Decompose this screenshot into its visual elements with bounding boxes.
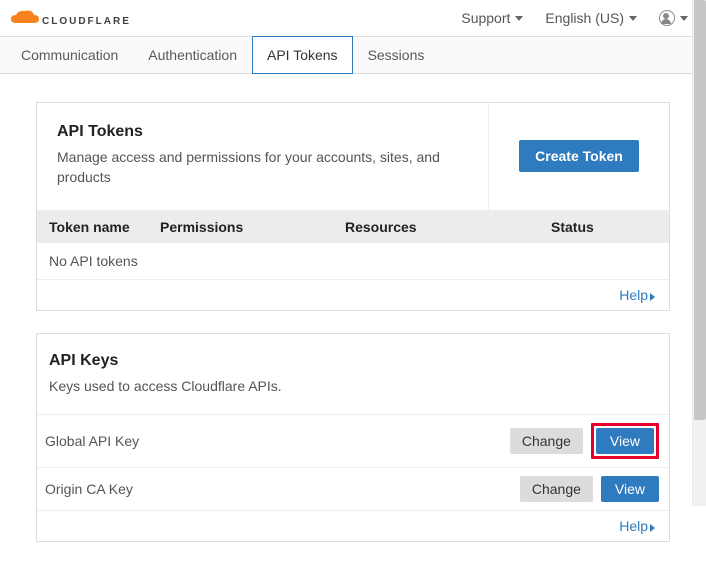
api-tokens-header: API Tokens Manage access and permissions… — [37, 103, 669, 211]
caret-down-icon — [680, 16, 688, 21]
key-actions: Change View — [510, 423, 659, 459]
col-status: Status — [551, 219, 661, 235]
key-label: Origin CA Key — [45, 481, 133, 497]
cloudflare-cloud-icon — [10, 9, 40, 27]
api-keys-card: API Keys Keys used to access Cloudflare … — [36, 333, 670, 542]
keys-help-link[interactable]: Help — [619, 518, 655, 534]
tokens-empty-row: No API tokens — [37, 243, 669, 279]
chevron-right-icon — [650, 524, 655, 532]
api-tokens-card: API Tokens Manage access and permissions… — [36, 102, 670, 311]
api-tokens-subtitle: Manage access and permissions for your a… — [57, 147, 468, 188]
tokens-help-link[interactable]: Help — [619, 287, 655, 303]
key-actions: Change View — [520, 476, 659, 502]
keys-footer: Help — [37, 510, 669, 541]
col-token-name: Token name — [45, 219, 160, 235]
support-label: Support — [461, 10, 510, 26]
change-button[interactable]: Change — [520, 476, 593, 502]
col-resources: Resources — [345, 219, 551, 235]
tokens-footer: Help — [37, 279, 669, 310]
caret-down-icon — [629, 16, 637, 21]
profile-tabs: CommunicationAuthenticationAPI TokensSes… — [0, 36, 706, 74]
caret-down-icon — [515, 16, 523, 21]
api-tokens-title: API Tokens — [57, 123, 468, 141]
tokens-table-header: Token name Permissions Resources Status — [37, 211, 669, 243]
user-icon — [659, 10, 675, 26]
language-menu[interactable]: English (US) — [545, 10, 637, 26]
header-right: Support English (US) — [461, 10, 688, 26]
tab-communication[interactable]: Communication — [6, 36, 133, 74]
tab-authentication[interactable]: Authentication — [133, 36, 252, 74]
vertical-scrollbar[interactable] — [692, 0, 706, 506]
view-button[interactable]: View — [601, 476, 659, 502]
key-row: Origin CA Key Change View — [37, 467, 669, 510]
help-label: Help — [619, 287, 648, 303]
view-button[interactable]: View — [596, 428, 654, 454]
key-row: Global API Key Change View — [37, 414, 669, 467]
brand-logo[interactable]: CLOUDFLARE — [10, 9, 131, 27]
top-bar: CLOUDFLARE Support English (US) — [0, 0, 706, 36]
tab-sessions[interactable]: Sessions — [353, 36, 440, 74]
scrollbar-thumb[interactable] — [694, 0, 706, 420]
api-keys-subtitle: Keys used to access Cloudflare APIs. — [49, 376, 651, 396]
account-menu[interactable] — [659, 10, 688, 26]
brand-text: CLOUDFLARE — [42, 16, 131, 27]
language-label: English (US) — [545, 10, 624, 26]
highlight-annotation: View — [591, 423, 659, 459]
api-keys-title: API Keys — [49, 352, 651, 370]
page-content: API Tokens Manage access and permissions… — [0, 74, 706, 562]
change-button[interactable]: Change — [510, 428, 583, 454]
create-token-button[interactable]: Create Token — [519, 140, 639, 172]
col-permissions: Permissions — [160, 219, 345, 235]
support-menu[interactable]: Support — [461, 10, 523, 26]
key-label: Global API Key — [45, 433, 139, 449]
chevron-right-icon — [650, 293, 655, 301]
tab-api-tokens[interactable]: API Tokens — [252, 36, 353, 74]
help-label: Help — [619, 518, 648, 534]
